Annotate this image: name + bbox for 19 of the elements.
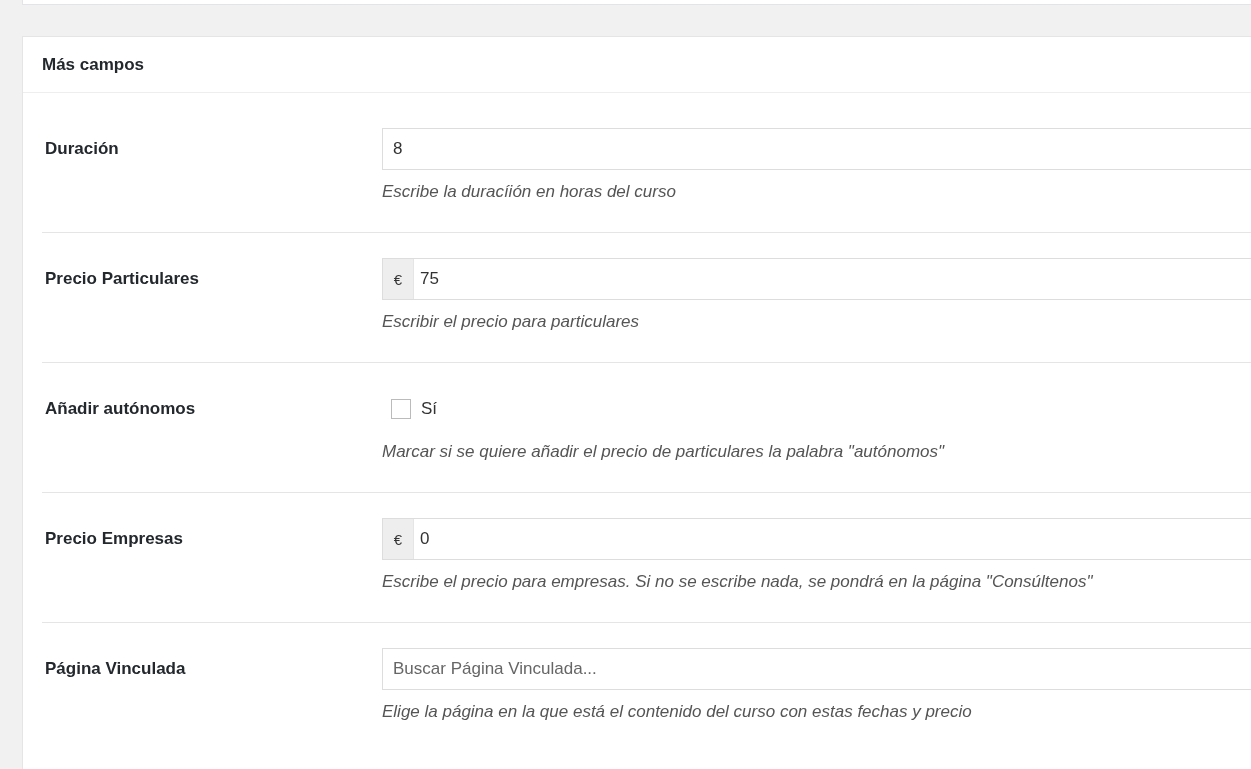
field-label: Duración	[44, 138, 120, 160]
currency-prefix: €	[383, 259, 414, 299]
search-field[interactable]: Buscar Página Vinculada...	[382, 648, 1251, 690]
checkbox-label: Sí	[421, 399, 438, 419]
field-description: Escribe la duracíión en horas del curso	[382, 182, 677, 202]
field-label: Añadir autónomos	[44, 398, 197, 420]
input-field[interactable]: 8	[382, 128, 1251, 170]
field-description: Escribe el precio para empresas. Si no se escribe nada, se pondrá en la página "Consúltenos"	[382, 572, 1094, 592]
currency-prefix: €	[383, 519, 414, 559]
input-field[interactable]: € 0	[382, 518, 1251, 560]
checkbox[interactable]	[391, 399, 411, 419]
field-description: Escribir el precio para particulares	[382, 312, 640, 332]
field-label: Precio Particulares	[44, 268, 201, 290]
input-field[interactable]: € 75	[382, 258, 1251, 300]
field-description: Elige la página en la que está el contenido del curso con estas fechas y precio	[382, 702, 973, 722]
field-description: Marcar si se quiere añadir el precio de particulares la palabra "autónomos"	[382, 442, 945, 462]
panel-title: Más campos	[42, 54, 145, 75]
field-label: Página Vinculada	[44, 658, 187, 680]
field-label: Precio Empresas	[44, 528, 184, 550]
